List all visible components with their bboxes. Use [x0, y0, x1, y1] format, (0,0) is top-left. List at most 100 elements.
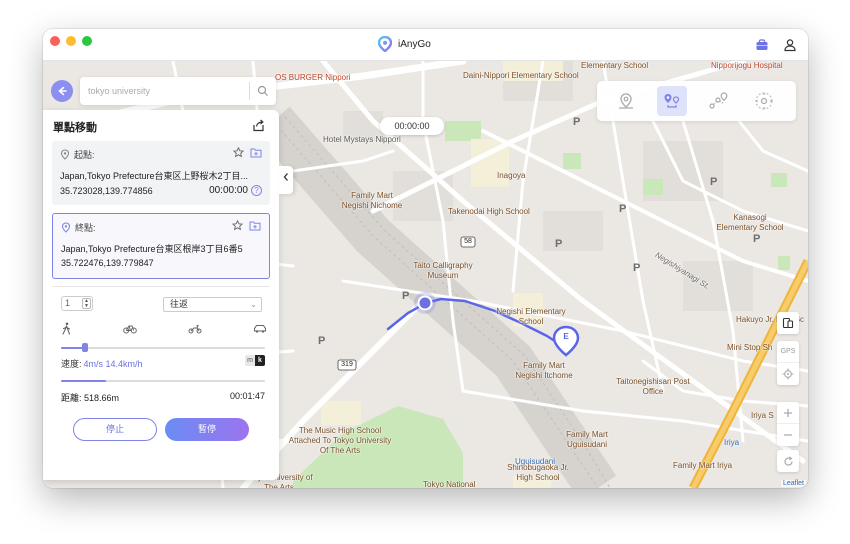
- single-spot-mode-button[interactable]: [657, 86, 687, 116]
- unit-km-option[interactable]: k: [255, 355, 265, 366]
- device-icon: [782, 317, 794, 329]
- stop-button[interactable]: 停止: [73, 418, 157, 441]
- zoom-in-button[interactable]: [777, 402, 799, 424]
- reset-button[interactable]: [777, 450, 799, 472]
- add-folder-icon[interactable]: [250, 147, 262, 158]
- route-progress-bar: [61, 380, 265, 382]
- parking-icon: P: [619, 203, 627, 215]
- pause-button[interactable]: 暫停: [165, 418, 249, 441]
- motorcycle-icon[interactable]: [188, 323, 202, 334]
- multi-route-icon: [709, 92, 728, 109]
- search-box: [80, 77, 276, 105]
- back-button[interactable]: [51, 80, 73, 102]
- route-duration: 00:01:47: [229, 391, 265, 401]
- route-mode-value: 往返: [170, 299, 189, 309]
- route-58-shield: 58: [464, 238, 472, 245]
- map-label-negishi-elementary: Negishi Elementary School: [496, 307, 566, 326]
- route-panel: 單點移動 起點: Japan,Tokyo Prefecture台東区上野桜木2丁…: [43, 110, 279, 480]
- end-point-card[interactable]: 終點: Japan,Tokyo Prefecture台東区根岸3丁目6番5 35…: [52, 213, 270, 279]
- end-pin-icon: [61, 221, 71, 233]
- end-coordinates: 35.722476,139.779847: [61, 258, 154, 268]
- panel-divider: [52, 286, 270, 287]
- parking-icon: P: [318, 335, 326, 347]
- distance-row: 距離: 518.66m 00:01:47: [61, 391, 265, 404]
- toolbox-icon[interactable]: [755, 38, 769, 52]
- map-label-taito-calligraphy-museum: Taito Calligraphy Museum: [413, 261, 473, 280]
- location-pin-icon: [619, 93, 633, 109]
- map-label-family-mart-negishi-itchome: Family Mart Negishi Itchome: [515, 361, 573, 380]
- map-label-family-mart-uguisudani: Family Mart Uguisudani: [566, 430, 608, 449]
- end-marker-label[interactable]: E: [560, 332, 572, 342]
- map-view[interactable]: 58 319 E Daini-Nippori Elementary School…: [43, 61, 808, 488]
- map-attribution[interactable]: Leaflet: [780, 480, 806, 487]
- chevron-down-icon: ⌄: [250, 300, 257, 309]
- map-label-family-mart-iriya: Family Mart Iriya: [673, 461, 733, 470]
- speed-slider[interactable]: [61, 343, 265, 352]
- search-icon[interactable]: [257, 85, 269, 97]
- search-bar: [51, 77, 276, 105]
- star-icon[interactable]: [232, 220, 243, 231]
- map-label-mini-stop: Mini Stop Sh: [727, 343, 773, 352]
- end-address: Japan,Tokyo Prefecture台東区根岸3丁目6番5: [61, 244, 243, 254]
- start-time: 00:00:00: [209, 185, 248, 196]
- parking-icon: P: [633, 262, 641, 274]
- parking-icon: P: [753, 233, 761, 245]
- search-input[interactable]: [80, 77, 240, 105]
- single-route-icon: [664, 94, 680, 108]
- unit-meters-option[interactable]: m: [245, 355, 255, 366]
- start-address: Japan,Tokyo Prefecture台東区上野桜木2丁目...: [60, 171, 249, 181]
- route-timer: 00:00:00: [380, 117, 444, 135]
- gps-toggle-button[interactable]: GPS: [777, 341, 799, 363]
- map-label-iriya-s: Iriya S: [751, 411, 774, 420]
- map-label-taitonegishisan-post: Taitonegishisan Post Office: [616, 377, 690, 396]
- zoom-out-button[interactable]: [777, 424, 799, 446]
- add-folder-icon[interactable]: [249, 220, 261, 231]
- app-window: iAnyGo 58 319 E Daini-Nippori Elementary…: [43, 29, 808, 488]
- map-label-takenodai-high: Takenodai High School: [448, 207, 530, 216]
- export-icon[interactable]: [252, 119, 265, 132]
- locate-me-button[interactable]: [777, 363, 799, 385]
- chevron-left-icon: [283, 173, 288, 181]
- walk-icon[interactable]: [61, 322, 72, 335]
- map-label-music-high-school: The Music High School Attached To Tokyo …: [288, 426, 392, 455]
- end-label: 終點:: [75, 222, 96, 233]
- route-319-shield: 319: [341, 361, 353, 368]
- transport-mode-row: [61, 322, 267, 335]
- multi-spot-mode-button[interactable]: [703, 86, 733, 116]
- zoom-tool-group: [777, 402, 799, 446]
- joystick-mode-button[interactable]: [749, 86, 779, 116]
- mode-toolbar: [597, 81, 796, 121]
- parking-icon: P: [555, 238, 563, 250]
- help-icon[interactable]: ?: [251, 185, 262, 196]
- stepper-arrows-icon[interactable]: ▲ ▼: [82, 298, 91, 309]
- map-label-kanasogi-elementary: Kanasogi Elementary School: [716, 213, 784, 232]
- collapse-panel-button[interactable]: [279, 166, 293, 194]
- device-switch-button[interactable]: [777, 312, 799, 334]
- map-label-mos-burger: OS BURGER Nippori: [275, 73, 351, 82]
- refresh-icon: [783, 455, 793, 466]
- teleport-mode-button[interactable]: [611, 86, 641, 116]
- close-window-button[interactable]: [50, 36, 60, 46]
- speed-slider-thumb[interactable]: [82, 343, 89, 352]
- distance-value: 518.66m: [84, 393, 120, 403]
- speed-unit-toggle[interactable]: mk: [245, 355, 265, 366]
- gps-label: GPS: [780, 348, 796, 355]
- map-label-inagoya: Inagoya: [497, 171, 526, 180]
- bicycle-icon[interactable]: [123, 323, 137, 334]
- title-bar: iAnyGo: [43, 29, 808, 61]
- panel-title: 單點移動: [53, 122, 97, 134]
- car-icon[interactable]: [253, 323, 267, 334]
- route-mode-select[interactable]: 往返 ⌄: [163, 297, 262, 312]
- map-label-shinobugaoka: Shinobugaoka Jr. High School: [507, 463, 569, 482]
- zoom-window-button[interactable]: [82, 36, 92, 46]
- start-point-card[interactable]: 起點: Japan,Tokyo Prefecture台東区上野桜木2丁目... …: [52, 141, 270, 205]
- star-icon[interactable]: [233, 147, 244, 158]
- repeat-count-stepper[interactable]: 1 ▲ ▼: [61, 296, 93, 311]
- minimize-window-button[interactable]: [66, 36, 76, 46]
- history-tool-group: [777, 450, 799, 472]
- arrow-left-icon: [58, 86, 67, 96]
- user-account-icon[interactable]: [783, 38, 797, 52]
- map-label-hotel-mystays: Hotel Mystays Nippori: [323, 135, 401, 144]
- app-brand: iAnyGo: [378, 36, 431, 52]
- distance-label: 距離:: [61, 393, 82, 403]
